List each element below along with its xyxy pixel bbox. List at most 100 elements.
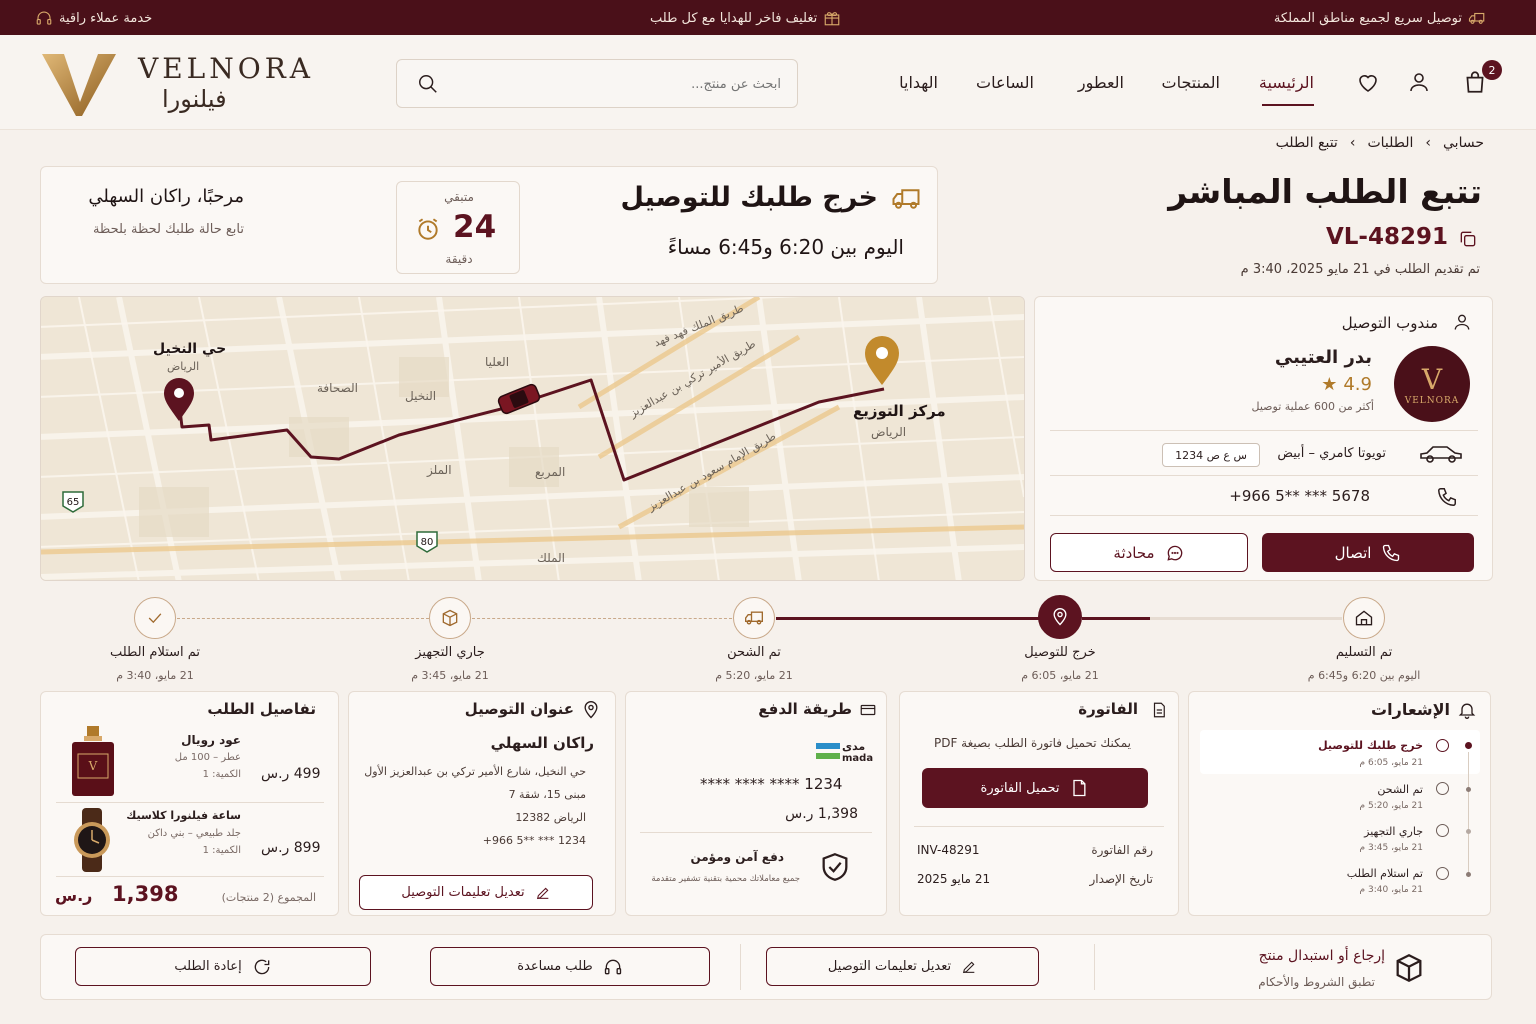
pencil-icon [963, 961, 975, 973]
page-title: تتبع الطلب المباشر [1168, 172, 1482, 211]
progress-line-solid [776, 617, 1039, 620]
license-plate: س ع ص 1234 [1162, 443, 1260, 467]
divider [1050, 430, 1478, 431]
cart-count-badge: 2 [1482, 60, 1502, 80]
chat-label: محادثة [1113, 543, 1155, 562]
truck-icon [1468, 12, 1485, 24]
step-label: تم استلام الطلب [109, 645, 201, 660]
progress-line-partial [1082, 617, 1150, 620]
brand-name-arabic: فيلنورا [162, 85, 227, 113]
divider [1050, 515, 1478, 516]
call-driver-button[interactable]: اتصال [1262, 533, 1474, 572]
phone-icon[interactable] [1436, 486, 1458, 508]
nav-watches[interactable]: الساعات [976, 73, 1034, 92]
map-label-riyadh: الرياض [167, 360, 200, 373]
card-number: **** **** **** 1234 [700, 775, 843, 793]
notification-text: تم الشحن [1377, 783, 1423, 796]
search-input[interactable] [461, 72, 781, 96]
invoice-number-label: رقم الفاتورة [1091, 843, 1153, 857]
reorder-button[interactable]: إعادة الطلب [75, 947, 371, 986]
nav-products[interactable]: المنتجات [1162, 73, 1221, 92]
download-invoice-button[interactable]: تحميل الفاتورة [922, 768, 1148, 808]
breadcrumb-account[interactable]: حسابي [1443, 135, 1484, 151]
step-date: اليوم بين 6:20 و6:45 م [1307, 669, 1421, 682]
order-placed-date: تم تقديم الطلب في 21 مايو 2025، 3:40 م [1240, 262, 1480, 277]
request-help-button[interactable]: طلب مساعدة [430, 947, 710, 986]
address-line-3: الرياض 12382 [515, 811, 586, 824]
order-details-title: تفاصيل الطلب [207, 700, 316, 718]
brand-logo-mark[interactable] [40, 50, 120, 120]
map-canvas[interactable]: 65 80 [40, 297, 1024, 581]
avatar-v-mark: V [1421, 362, 1443, 396]
nav-perfumes[interactable]: العطور [1078, 73, 1124, 92]
star-icon: ★ [1321, 374, 1338, 395]
nav-gifts[interactable]: الهدايا [899, 73, 938, 92]
map-label-malak: الملك [537, 551, 566, 565]
order-total-label: المجموع (2 منتجات) [221, 891, 316, 904]
remaining-value: 24 [453, 209, 497, 245]
divider [914, 826, 1164, 827]
address-phone: +966 5** *** 1234 [482, 834, 586, 847]
support-link[interactable]: خدمة عملاء راقية [35, 9, 152, 27]
notification-text: خرج طلبك للتوصيل [1318, 739, 1423, 752]
shield-check-icon [822, 853, 848, 881]
phone-icon [1383, 544, 1400, 561]
highway-80-label: 80 [421, 537, 434, 548]
notification-date: 21 مايو، 5:20 م [1359, 801, 1423, 811]
remaining-label: متبقي [444, 190, 474, 204]
map-label-olaya: العليا [485, 355, 510, 369]
divider [740, 944, 741, 990]
step-received [134, 597, 176, 639]
notification-radio[interactable] [1436, 824, 1449, 837]
product-name: عود رويال [181, 733, 241, 747]
timeline-dot [1466, 872, 1471, 877]
check-icon [148, 613, 162, 624]
breadcrumb-orders[interactable]: الطلبات [1367, 135, 1413, 151]
edit-label: تعديل تعليمات التوصيل [827, 959, 952, 974]
perfume-label-mark: V [88, 759, 98, 773]
invoice-title: الفاتورة [1078, 700, 1138, 718]
search-box[interactable] [396, 59, 798, 108]
divider [1094, 944, 1095, 990]
box-icon [442, 609, 458, 627]
remaining-time-box: متبقي 24 دقيقة [396, 181, 520, 274]
progress-line-dashed-1 [177, 618, 429, 619]
help-label: طلب مساعدة [517, 959, 593, 974]
perfume-product-image[interactable]: V [68, 726, 118, 796]
edit-instructions-button[interactable]: تعديل تعليمات التوصيل [766, 947, 1039, 986]
delivery-truck-icon [892, 189, 920, 209]
alarm-clock-icon [418, 218, 438, 240]
order-id: VL-48291 [1325, 224, 1448, 250]
return-box-icon [1396, 953, 1422, 983]
nav-home[interactable]: الرئيسية [1259, 73, 1314, 92]
remaining-unit: دقيقة [445, 252, 473, 266]
watch-product-image[interactable] [66, 808, 118, 872]
driver-section-title: مندوب التوصيل [1341, 314, 1438, 332]
notification-radio[interactable] [1436, 867, 1449, 880]
driver-rating: 4.9 ★ [1321, 374, 1372, 395]
notification-radio[interactable] [1436, 782, 1449, 795]
live-map[interactable]: 65 80 حي النخيل الرياض الصحافة العليا ال… [40, 296, 1025, 581]
wishlist-heart-icon[interactable] [1356, 71, 1380, 95]
notification-radio[interactable] [1436, 739, 1449, 752]
secure-payment-subtitle: جميع معاملاتك محمية بتقنية تشفير متقدمة [651, 874, 800, 884]
mada-arabic: مدى [842, 740, 866, 753]
user-outline-icon [1454, 314, 1470, 330]
issue-date-label: تاريخ الإصدار [1089, 872, 1154, 886]
edit-instructions-button-small[interactable]: تعديل تعليمات التوصيل [359, 875, 593, 910]
edit-instructions-label: تعديل تعليمات التوصيل [401, 885, 525, 900]
copy-icon[interactable] [1458, 229, 1478, 249]
chat-driver-button[interactable]: محادثة [1050, 533, 1248, 572]
progress-line-remaining [1150, 617, 1342, 620]
reorder-label: إعادة الطلب [174, 959, 242, 974]
chevron-left-icon: › [1349, 135, 1356, 151]
step-out-for-delivery [1038, 595, 1082, 639]
gift-announcement: تغليف فاخر للهدايا مع كل طلب [650, 9, 841, 27]
return-title[interactable]: إرجاع أو استبدال منتج [1259, 948, 1385, 964]
step-preparing [429, 597, 471, 639]
map-label-sahafa: الصحافة [317, 381, 358, 395]
account-user-icon[interactable] [1407, 70, 1431, 94]
map-label-malaz: الملز [427, 463, 452, 477]
search-icon[interactable] [417, 73, 439, 95]
location-pin-icon [584, 701, 598, 719]
